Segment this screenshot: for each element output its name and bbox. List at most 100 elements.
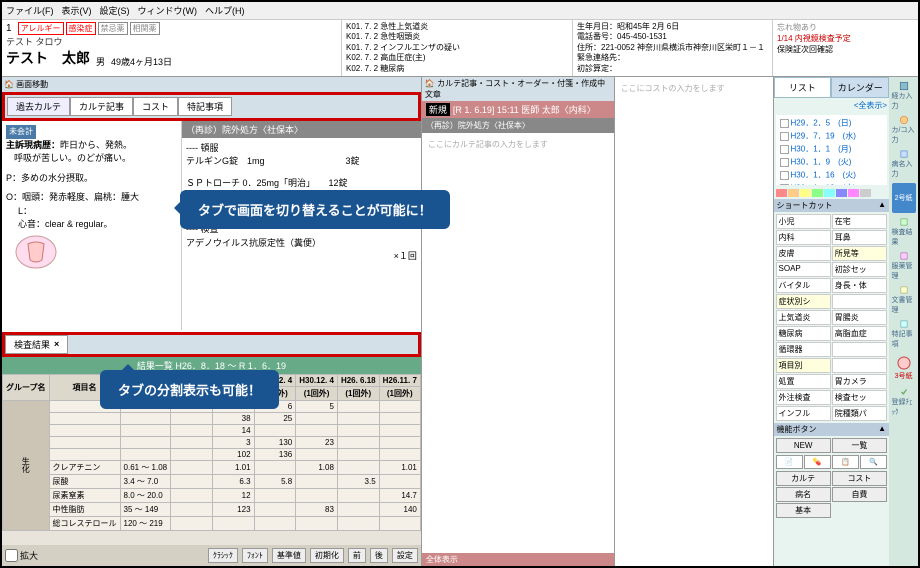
close-icon[interactable]: × <box>54 339 59 349</box>
tool-icon[interactable]: 病名入力 <box>892 149 916 179</box>
sc-item[interactable] <box>832 358 887 373</box>
btn-karte[interactable]: カルテ <box>776 471 831 486</box>
sc-item[interactable]: 糖尿病 <box>776 326 831 341</box>
menu-view[interactable]: 表示(V) <box>62 4 92 17</box>
sc-item[interactable]: 所見等 <box>832 246 887 261</box>
patient-kana: テスト タロウ <box>6 35 337 48</box>
tab-karte-entry[interactable]: カルテ記事 <box>70 97 133 116</box>
btn-self[interactable]: 自費 <box>832 487 887 502</box>
tool-icon[interactable]: 登録ﾁｪｯｸ <box>892 387 916 417</box>
sc-item[interactable] <box>832 342 887 357</box>
btn-new[interactable]: NEW <box>776 438 831 453</box>
alert-interaction[interactable]: 相関薬 <box>130 22 160 35</box>
menu-help[interactable]: ヘルプ(H) <box>205 4 245 17</box>
tab-past-karte[interactable]: 過去カルテ <box>7 97 70 116</box>
tool-icon[interactable]: 服薬管理 <box>892 251 916 281</box>
sc-item[interactable]: 内科 <box>776 230 831 245</box>
btn-list[interactable]: 一覧 <box>832 438 887 453</box>
patient-age: 49歳4ヶ月13日 <box>111 55 172 68</box>
mini-icon[interactable]: 💊 <box>804 455 831 469</box>
shortcut-title: ショートカット▲ <box>774 199 890 212</box>
sc-item[interactable]: 院種類パ <box>832 406 887 421</box>
view-mode-tab[interactable]: 全体表示 <box>422 553 614 566</box>
alert-allergy[interactable]: アレルギー <box>18 22 64 35</box>
mini-icon[interactable]: 🔍 <box>860 455 887 469</box>
menu-file[interactable]: ファイル(F) <box>6 4 54 17</box>
sc-item[interactable]: 耳鼻 <box>832 230 887 245</box>
badge-new: 新規 <box>426 103 450 116</box>
tool-icon[interactable]: 3号紙 <box>892 353 916 383</box>
tool-icon[interactable]: 特記事項 <box>892 319 916 349</box>
sc-item[interactable]: 身長・体 <box>832 278 887 293</box>
tool-icon[interactable]: 文書管理 <box>892 285 916 315</box>
collapse-icon[interactable]: ▲ <box>878 200 886 211</box>
sc-item[interactable]: 循環器 <box>776 342 831 357</box>
sc-item[interactable]: 上気道炎 <box>776 310 831 325</box>
col-group: グループ名 <box>3 374 50 400</box>
sc-item[interactable]: 皮膚 <box>776 246 831 261</box>
sc-item[interactable]: バイタル <box>776 278 831 293</box>
sc-item[interactable]: インフル <box>776 406 831 421</box>
mini-icon[interactable]: 📋 <box>832 455 859 469</box>
sc-item[interactable]: SOAP <box>776 262 831 277</box>
btn-settings[interactable]: 設定 <box>392 548 418 563</box>
btn-prev[interactable]: 前 <box>348 548 366 563</box>
sc-item[interactable]: 処置 <box>776 374 831 389</box>
list-item[interactable]: H30．1．1 (月) <box>778 143 886 156</box>
sc-item[interactable]: 検査セッ <box>832 390 887 405</box>
tab-highlight-box: 過去カルテ カルテ記事 コスト 特記事項 <box>2 92 421 121</box>
btn-classic[interactable]: ｸﾗｼｯｸ <box>208 548 238 563</box>
alert-infection[interactable]: 感染症 <box>66 22 96 35</box>
tool-icon[interactable]: 経カ入力 <box>892 81 916 111</box>
tab-list[interactable]: リスト <box>774 77 832 98</box>
list-item[interactable]: H30．1．18 (木) <box>778 182 886 185</box>
results-footer: 拡大 ｸﾗｼｯｸ ﾌｫﾝﾄ 基準値 初期化 前 後 設定 <box>2 545 421 566</box>
list-item[interactable]: H30．1．9 (火) <box>778 156 886 169</box>
tool-icon-active[interactable]: 2号紙 <box>892 183 916 213</box>
tool-icon[interactable]: カ/コ入力 <box>892 115 916 145</box>
patient-sex: 男 <box>96 55 105 68</box>
btn-refval[interactable]: 基準値 <box>272 548 306 563</box>
collapse-icon[interactable]: ▲ <box>878 424 886 435</box>
list-item[interactable]: H29．2．5 (日) <box>778 117 886 130</box>
mini-icon[interactable]: 📄 <box>776 455 803 469</box>
btn-basic[interactable]: 基本 <box>776 503 831 518</box>
alert-contraindication[interactable]: 禁忌薬 <box>98 22 128 35</box>
list-item[interactable]: H29．7．19 (水) <box>778 130 886 143</box>
btn-disease[interactable]: 病名 <box>776 487 831 502</box>
btn-reset[interactable]: 初期化 <box>310 548 344 563</box>
sc-item[interactable]: 在宅 <box>832 214 887 229</box>
filter-dropdown[interactable]: <全表示> <box>774 98 890 113</box>
sc-item[interactable]: 外注検査 <box>776 390 831 405</box>
patient-memo: 忘れ物あり 1/14 内視鏡検査予定 保険証次回確認 <box>773 20 918 76</box>
btn-font[interactable]: ﾌｫﾝﾄ <box>242 548 268 563</box>
badge-unaccounted: 未会計 <box>6 125 36 139</box>
new-entry-header: 新規 [R 1. 6.19] 15:11 医師 太郎〈内科〉 <box>422 101 614 118</box>
sc-item[interactable]: 胃腸炎 <box>832 310 887 325</box>
expand-toggle[interactable]: 拡大 <box>5 548 38 563</box>
sc-item[interactable]: 胃カメラ <box>832 374 887 389</box>
menu-window[interactable]: ウィンドウ(W) <box>138 4 198 17</box>
tab-calendar[interactable]: カレンダー <box>831 77 889 98</box>
diagnosis-list: K01. 7. 2 急性上気道炎 K01. 7. 2 急性咽頭炎 K01. 7.… <box>342 20 573 76</box>
menu-settings[interactable]: 設定(S) <box>100 4 130 17</box>
sc-item[interactable]: 項目別 <box>776 358 831 373</box>
sc-item[interactable]: 初診セッ <box>832 262 887 277</box>
alert-badges: アレルギー 感染症 禁忌薬 相関薬 <box>18 22 160 35</box>
tab-cost[interactable]: コスト <box>133 97 178 116</box>
tab2-highlight-box: 検査結果 × <box>2 332 421 357</box>
list-item[interactable]: H30．1．16 (火) <box>778 169 886 182</box>
tab-notes[interactable]: 特記事項 <box>178 97 232 116</box>
tab-lab-results[interactable]: 検査結果 × <box>5 335 68 354</box>
btn-cost[interactable]: コスト <box>832 471 887 486</box>
sc-item[interactable]: 高脂血症 <box>832 326 887 341</box>
sc-item[interactable] <box>832 294 887 309</box>
cost-input-area[interactable]: ここにコストの入力をします <box>615 77 773 100</box>
sc-item[interactable]: 小児 <box>776 214 831 229</box>
color-legend <box>774 187 890 199</box>
sc-item[interactable]: 症状別シ <box>776 294 831 309</box>
karte-input-area[interactable]: ここにカルテ記事の入力をします <box>422 133 614 156</box>
tool-icon[interactable]: 検査結果 <box>892 217 916 247</box>
btn-next[interactable]: 後 <box>370 548 388 563</box>
anatomy-icon <box>6 232 66 272</box>
